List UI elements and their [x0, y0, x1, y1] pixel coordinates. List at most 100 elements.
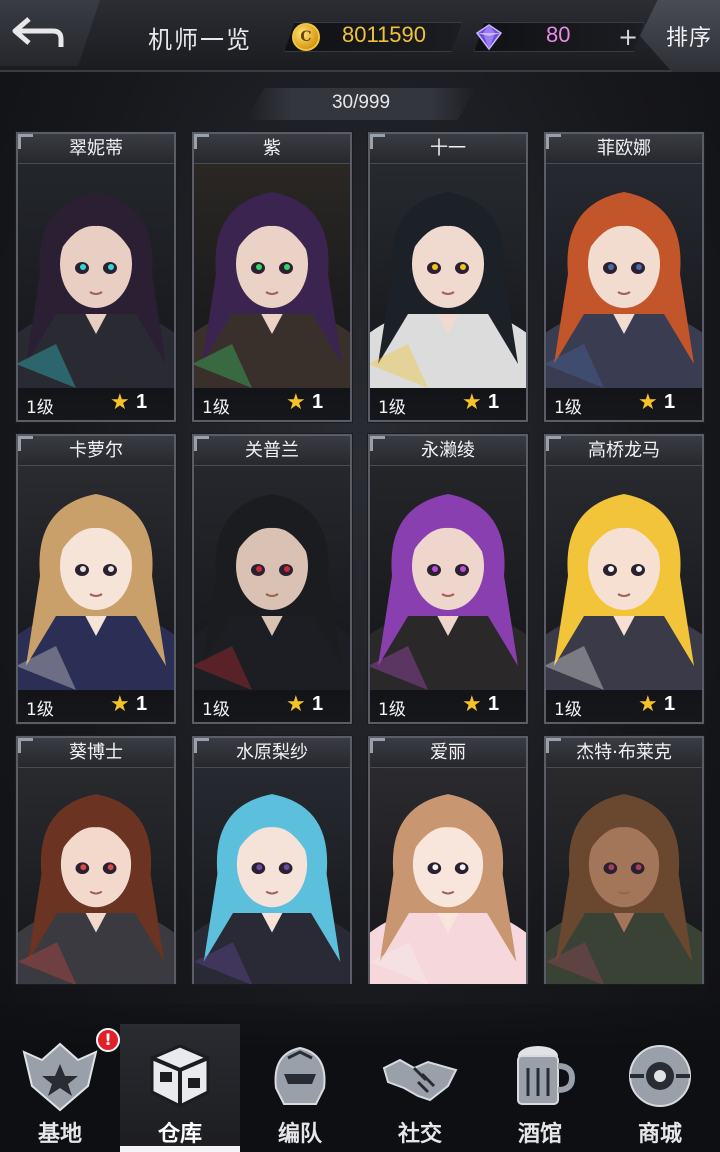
pilot-card[interactable]: 十一 1级 ★ 1	[368, 132, 528, 422]
pilot-name: 爱丽	[370, 738, 526, 768]
pilot-level: 1级	[554, 700, 582, 720]
pilot-stats: 1级 ★ 1	[370, 690, 526, 722]
star-icon: ★	[286, 692, 306, 717]
nav-item-formation[interactable]: 编队	[240, 1024, 360, 1152]
pilot-stats: 1级 ★ 1	[194, 388, 350, 420]
star-icon: ★	[286, 390, 306, 415]
pilot-art	[370, 466, 526, 690]
pilot-art	[18, 466, 174, 690]
pilot-star-count: 1	[488, 693, 500, 715]
pilot-level: 1级	[378, 700, 406, 720]
pilot-portrait	[18, 768, 174, 984]
pilot-star-count: 1	[136, 391, 148, 413]
pilot-name: 杰特·布莱克	[546, 738, 702, 768]
pilot-art	[194, 466, 350, 690]
star-icon: ★	[638, 692, 658, 717]
pilot-level: 1级	[26, 700, 54, 720]
nav-item-social[interactable]: 社交	[360, 1024, 480, 1152]
nav-label: 基地	[37, 1121, 82, 1147]
pilot-art	[546, 164, 702, 388]
pilot-card[interactable]: 菲欧娜 1级 ★ 1	[544, 132, 704, 422]
page-title: 机师一览	[148, 26, 252, 54]
pilot-star-count: 1	[136, 693, 148, 715]
pilot-name: 葵博士	[18, 738, 174, 768]
nav-label: 商城	[637, 1121, 682, 1147]
pilot-name: 紫	[194, 134, 350, 164]
pilot-stats: 1级 ★ 1	[546, 388, 702, 420]
pilot-level: 1级	[378, 398, 406, 418]
pilot-name: 卡萝尔	[18, 436, 174, 466]
pilot-star-count: 1	[312, 693, 324, 715]
pilot-level: 1级	[554, 398, 582, 418]
diamond-gem-icon	[475, 24, 503, 51]
pilot-stats: 1级 ★ 1	[546, 690, 702, 722]
pilot-card[interactable]: 杰特·布莱克	[544, 736, 704, 984]
pilot-level: 1级	[202, 398, 230, 418]
notification-badge: !	[96, 1028, 120, 1052]
formation-helmet-icon	[258, 1038, 342, 1114]
nav-label: 编队	[277, 1121, 322, 1147]
pilot-portrait	[370, 466, 526, 690]
pilot-name: 永濑绫	[370, 436, 526, 466]
pilot-art	[194, 768, 350, 984]
pilot-stats: 1级 ★ 1	[194, 690, 350, 722]
gem-amount: 80	[546, 22, 571, 47]
nav-item-tavern[interactable]: 酒馆	[480, 1024, 600, 1152]
star-icon: ★	[110, 390, 130, 415]
pilot-portrait	[546, 768, 702, 984]
pilot-art	[18, 164, 174, 388]
pilot-level: 1级	[26, 398, 54, 418]
pilot-art	[194, 164, 350, 388]
pilot-card[interactable]: 爱丽	[368, 736, 528, 984]
pilot-art	[18, 768, 174, 984]
base-emblem-icon	[18, 1038, 102, 1114]
coin-amount: 8011590	[342, 22, 427, 47]
pilot-card[interactable]: 永濑绫 1级 ★ 1	[368, 434, 528, 724]
pilot-level: 1级	[202, 700, 230, 720]
pilot-art	[370, 164, 526, 388]
pilot-name: 翠妮蒂	[18, 134, 174, 164]
nav-label: 社交	[397, 1121, 442, 1147]
pilot-star-count: 1	[488, 391, 500, 413]
pilot-portrait	[194, 768, 350, 984]
pilot-name: 关普兰	[194, 436, 350, 466]
nav-item-shop[interactable]: 商城	[600, 1024, 720, 1152]
pilot-portrait	[546, 164, 702, 388]
warehouse-crate-icon	[138, 1038, 222, 1114]
pilot-stats: 1级 ★ 1	[18, 690, 174, 722]
pilot-card[interactable]: 高桥龙马 1级 ★ 1	[544, 434, 704, 724]
pilot-card[interactable]: 关普兰 1级 ★ 1	[192, 434, 352, 724]
gold-coin-icon: C	[292, 23, 320, 51]
pilot-portrait	[546, 466, 702, 690]
pilot-card[interactable]: 葵博士	[16, 736, 176, 984]
add-gems-button[interactable]: +	[618, 22, 638, 52]
pilot-name: 菲欧娜	[546, 134, 702, 164]
pilot-portrait	[18, 164, 174, 388]
nav-item-base[interactable]: 基地!	[0, 1024, 120, 1152]
pilot-card[interactable]: 卡萝尔 1级 ★ 1	[16, 434, 176, 724]
pilot-stats: 1级 ★ 1	[18, 388, 174, 420]
pilot-star-count: 1	[664, 693, 676, 715]
pilot-portrait	[18, 466, 174, 690]
pilot-star-count: 1	[664, 391, 676, 413]
pilot-art	[546, 466, 702, 690]
nav-label: 酒馆	[517, 1121, 562, 1147]
pilot-art	[370, 768, 526, 984]
pilot-card[interactable]: 紫 1级 ★ 1	[192, 132, 352, 422]
pilot-star-count: 1	[312, 391, 324, 413]
pilot-card[interactable]: 水原梨纱	[192, 736, 352, 984]
star-icon: ★	[110, 692, 130, 717]
pilot-portrait	[194, 466, 350, 690]
nav-item-warehouse[interactable]: 仓库	[120, 1024, 240, 1152]
pilot-portrait	[370, 768, 526, 984]
star-icon: ★	[638, 390, 658, 415]
roster-count: 30/999	[331, 92, 391, 113]
pilot-card[interactable]: 翠妮蒂 1级 ★ 1	[16, 132, 176, 422]
pilot-name: 高桥龙马	[546, 436, 702, 466]
handshake-icon	[378, 1038, 462, 1114]
pilot-portrait	[194, 164, 350, 388]
pilot-name: 水原梨纱	[194, 738, 350, 768]
pilot-name: 十一	[370, 134, 526, 164]
star-icon: ★	[462, 390, 482, 415]
pilot-stats: 1级 ★ 1	[370, 388, 526, 420]
